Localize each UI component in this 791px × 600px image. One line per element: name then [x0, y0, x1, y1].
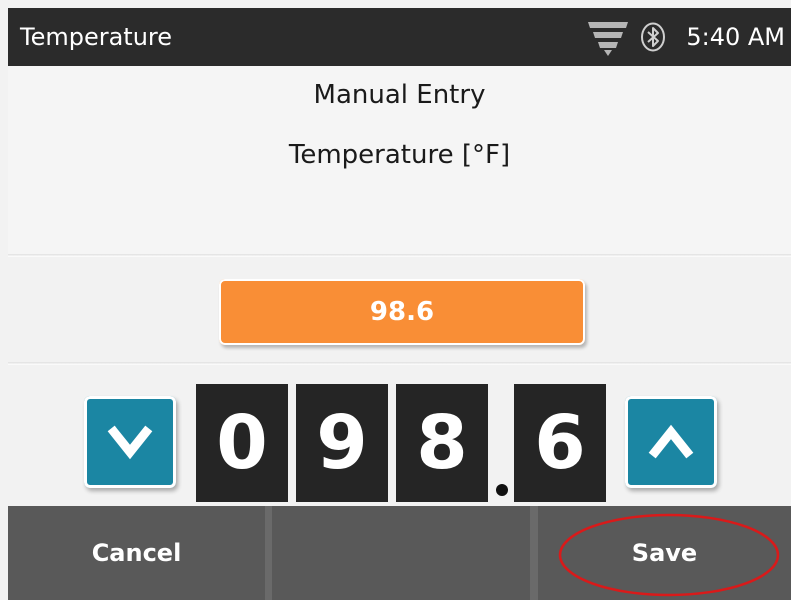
bluetooth-icon	[640, 22, 666, 52]
decimal-point	[496, 484, 508, 496]
value-display[interactable]: 98.6	[219, 279, 585, 345]
field-heading: Temperature [°F]	[288, 140, 511, 170]
divider	[8, 362, 791, 365]
signal-icon	[586, 20, 630, 56]
blank-button[interactable]	[272, 506, 530, 600]
entry-mode-heading: Manual Entry	[313, 80, 486, 110]
digit-hundreds[interactable]: 0	[196, 384, 288, 502]
screen-title: Temperature	[20, 23, 173, 51]
chevron-down-icon	[107, 425, 153, 460]
digit-tenths[interactable]: 6	[514, 384, 606, 502]
heading-area: Manual Entry Temperature [°F]	[8, 66, 791, 254]
device-screen: Temperature 5:40 AM Manual Entry Tempera…	[0, 0, 791, 600]
status-bar: Temperature 5:40 AM	[8, 8, 791, 66]
save-button[interactable]: Save	[538, 506, 791, 600]
chevron-up-icon	[648, 424, 694, 459]
bottom-bar: Cancel Save	[8, 506, 791, 600]
digit-tens[interactable]: 9	[296, 384, 388, 502]
clock: 5:40 AM	[686, 23, 785, 51]
digit-ones[interactable]: 8	[396, 384, 488, 502]
cancel-button[interactable]: Cancel	[8, 506, 265, 600]
increase-button[interactable]	[625, 396, 717, 488]
decrease-button[interactable]	[84, 396, 176, 488]
divider	[8, 254, 791, 257]
